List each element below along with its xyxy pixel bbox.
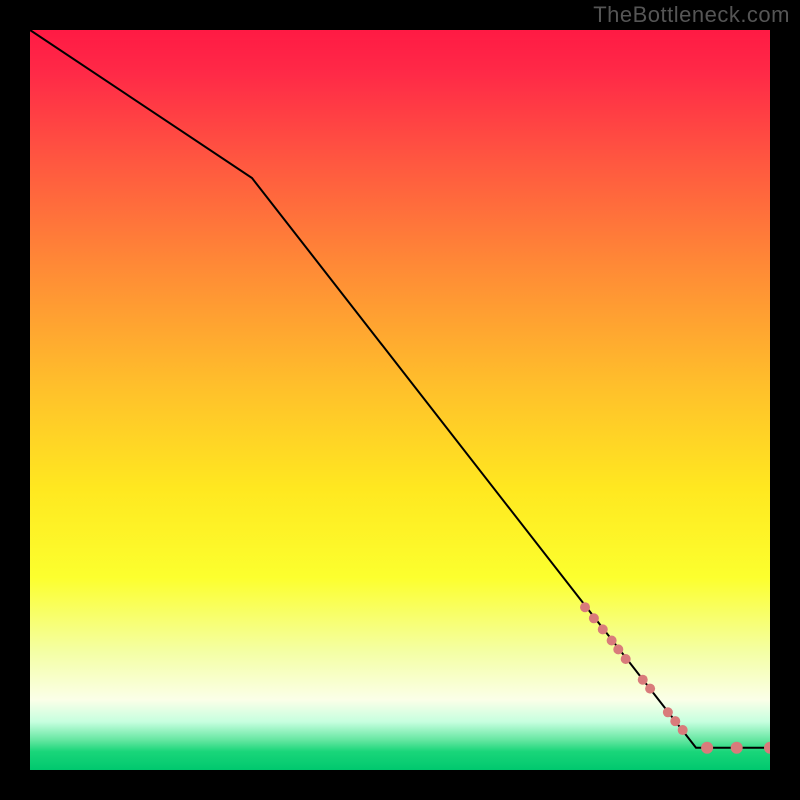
data-marker: [663, 707, 673, 717]
data-marker: [580, 602, 590, 612]
watermark-text: TheBottleneck.com: [593, 2, 790, 28]
chart-plot: [30, 30, 770, 770]
data-marker: [613, 644, 623, 654]
data-marker: [638, 675, 648, 685]
data-marker: [701, 742, 713, 754]
data-marker: [678, 725, 688, 735]
data-marker: [731, 742, 743, 754]
data-marker: [621, 654, 631, 664]
data-marker: [607, 636, 617, 646]
chart-container: TheBottleneck.com: [0, 0, 800, 800]
data-marker: [645, 684, 655, 694]
gradient-background: [30, 30, 770, 770]
data-marker: [589, 613, 599, 623]
data-marker: [670, 716, 680, 726]
data-marker: [598, 624, 608, 634]
